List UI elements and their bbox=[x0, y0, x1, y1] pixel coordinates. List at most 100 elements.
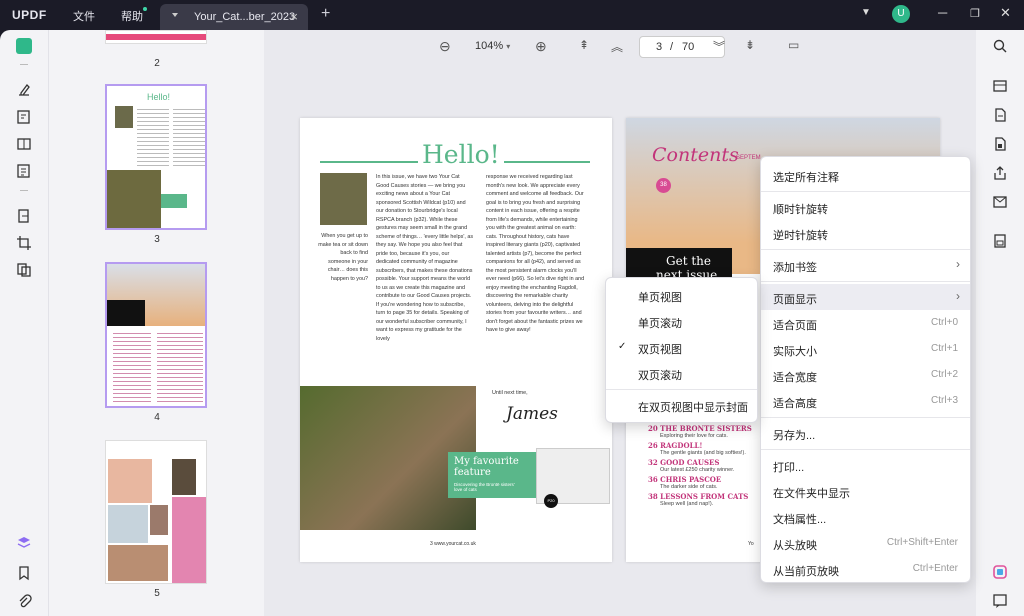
restore-icon[interactable]: ❐ bbox=[970, 7, 980, 20]
page-thumbnail[interactable]: Hello! bbox=[105, 84, 207, 230]
page-badge: P20 bbox=[544, 494, 558, 508]
divider bbox=[20, 190, 28, 191]
ai-assistant-icon[interactable] bbox=[992, 564, 1008, 580]
divider bbox=[761, 417, 970, 418]
menu-item-fit-height[interactable]: 适合高度 Ctrl+3 bbox=[761, 388, 970, 414]
bookmark-icon[interactable] bbox=[16, 565, 32, 581]
page-layout-icon[interactable] bbox=[16, 136, 32, 152]
next-page-icon[interactable]: ︾ bbox=[713, 38, 725, 55]
menu-item-actual-size[interactable]: 实际大小 Ctrl+1 bbox=[761, 336, 970, 362]
page-heading: Hello! bbox=[418, 140, 504, 169]
menu-item-play-from-current[interactable]: 从当前页放映 Ctrl+Enter bbox=[761, 556, 970, 582]
current-page: 3 bbox=[656, 41, 663, 53]
crop-icon[interactable] bbox=[16, 235, 32, 251]
menu-item-print[interactable]: 打印... bbox=[761, 452, 970, 478]
until-next-time: Until next time, bbox=[492, 390, 528, 396]
document-tab[interactable]: Your_Cat...ber_2023 × bbox=[160, 4, 308, 30]
title-bar: UPDF 文件 帮助 Your_Cat...ber_2023 × + ▼ U ─… bbox=[0, 0, 1024, 30]
page-footer: 3 www.yourcat.co.uk bbox=[430, 541, 476, 547]
intro-side-text: When you get up to make tea or sit down … bbox=[318, 233, 368, 282]
presentation-icon[interactable]: ▭ bbox=[788, 38, 799, 52]
page-thumbnail[interactable] bbox=[105, 30, 207, 44]
search-icon[interactable] bbox=[992, 38, 1008, 54]
body-column-2: response we received regarding last mont… bbox=[486, 174, 585, 333]
divider bbox=[761, 249, 970, 250]
app-logo: UPDF bbox=[12, 8, 47, 22]
contents-badge: 38 bbox=[656, 178, 671, 193]
contents-title: Contents bbox=[652, 144, 739, 166]
divider bbox=[606, 389, 757, 390]
convert-icon[interactable] bbox=[992, 107, 1008, 123]
comment-list-icon[interactable] bbox=[992, 593, 1008, 609]
protect-icon[interactable] bbox=[992, 136, 1008, 152]
thumbnail-label: 4 bbox=[154, 412, 160, 423]
tab-dropdown-icon[interactable] bbox=[172, 13, 178, 17]
menu-help[interactable]: 帮助 bbox=[121, 8, 143, 24]
thumbnail-label: 5 bbox=[154, 588, 160, 599]
menu-item-add-bookmark[interactable]: 添加书签 › bbox=[761, 252, 970, 278]
close-window-icon[interactable]: ✕ bbox=[1000, 5, 1011, 21]
zoom-in-icon[interactable]: ⊕ bbox=[535, 38, 547, 55]
tab-title: Your_Cat...ber_2023 bbox=[194, 11, 296, 23]
menu-item-rotate-ccw[interactable]: 逆时针旋转 bbox=[761, 220, 970, 246]
context-menu: 选定所有注释 顺时针旋转 逆时针旋转 添加书签 › 页面显示 › 适合页面 Ctrl+… bbox=[760, 156, 971, 583]
submenu-single-page[interactable]: 单页视图 bbox=[606, 282, 757, 308]
thumbnail-label: 3 bbox=[154, 234, 160, 245]
menu-item-rotate-cw[interactable]: 顺时针旋转 bbox=[761, 194, 970, 220]
attachment-icon[interactable] bbox=[16, 593, 32, 609]
zoom-dropdown-icon[interactable]: ▾ bbox=[506, 42, 510, 51]
chair-photo bbox=[320, 173, 367, 225]
menu-item-save-as[interactable]: 另存为... bbox=[761, 420, 970, 446]
page-footer: Yo bbox=[748, 541, 754, 547]
chevron-right-icon: › bbox=[956, 289, 960, 303]
ocr-icon[interactable] bbox=[992, 78, 1008, 94]
check-icon: ✓ bbox=[618, 341, 627, 352]
new-tab-button[interactable]: + bbox=[321, 5, 330, 23]
last-page-icon[interactable]: ⇟ bbox=[745, 38, 755, 52]
menu-item-select-all-annotations[interactable]: 选定所有注释 bbox=[761, 162, 970, 188]
pdf-page-3: Hello! When you get up to make tea or si… bbox=[300, 118, 612, 562]
submenu-single-scroll[interactable]: 单页滚动 bbox=[606, 308, 757, 334]
menu-item-page-display[interactable]: 页面显示 › bbox=[761, 284, 970, 310]
organize-pages-icon[interactable] bbox=[16, 208, 32, 224]
share-icon[interactable] bbox=[992, 165, 1008, 181]
contents-month: SEPTEM bbox=[736, 155, 761, 161]
menu-file[interactable]: 文件 bbox=[73, 8, 95, 24]
left-toolbar bbox=[0, 30, 48, 616]
chevron-down-icon[interactable]: ▼ bbox=[861, 7, 871, 18]
avatar[interactable]: U bbox=[892, 5, 910, 23]
zoom-out-icon[interactable]: ⊖ bbox=[439, 38, 451, 55]
feature-box: My favourite feature Discovering the Bro… bbox=[448, 452, 544, 498]
signature: James bbox=[506, 404, 558, 424]
menu-item-fit-page[interactable]: 适合页面 Ctrl+0 bbox=[761, 310, 970, 336]
menu-item-show-in-folder[interactable]: 在文件夹中显示 bbox=[761, 478, 970, 504]
chevron-right-icon: › bbox=[956, 257, 960, 271]
reader-mode-icon[interactable] bbox=[16, 38, 32, 54]
submenu-show-cover[interactable]: 在双页视图中显示封面 bbox=[606, 392, 757, 418]
first-page-icon[interactable]: ⇞ bbox=[579, 38, 589, 52]
page-thumbnail[interactable] bbox=[105, 262, 207, 408]
prev-page-icon[interactable]: ︽ bbox=[611, 38, 623, 55]
menu-item-fit-width[interactable]: 适合宽度 Ctrl+2 bbox=[761, 362, 970, 388]
tab-close-icon[interactable]: × bbox=[290, 9, 298, 24]
notification-dot bbox=[143, 7, 147, 11]
save-icon[interactable] bbox=[992, 233, 1008, 249]
menu-item-play-from-start[interactable]: 从头放映 Ctrl+Shift+Enter bbox=[761, 530, 970, 556]
submenu-two-page[interactable]: ✓ 双页视图 bbox=[606, 334, 757, 360]
menu-item-document-properties[interactable]: 文档属性... bbox=[761, 504, 970, 530]
page-thumbnail[interactable] bbox=[105, 440, 207, 584]
form-icon[interactable] bbox=[16, 163, 32, 179]
divider bbox=[761, 281, 970, 282]
divider bbox=[761, 191, 970, 192]
submenu-two-page-scroll[interactable]: 双页滚动 bbox=[606, 360, 757, 386]
minimize-icon[interactable]: ─ bbox=[938, 5, 947, 20]
thumbnail-label: 2 bbox=[154, 58, 160, 69]
comment-icon[interactable] bbox=[16, 82, 32, 98]
view-toolbar: ⊖ 104% ▾ ⊕ ⇞ ︽ 3 / 70 ︾ ⇟ ▭ bbox=[264, 30, 976, 64]
edit-text-icon[interactable] bbox=[16, 109, 32, 125]
page-display-submenu: 单页视图 单页滚动 ✓ 双页视图 双页滚动 在双页视图中显示封面 bbox=[605, 277, 758, 423]
layers-icon[interactable] bbox=[16, 535, 32, 551]
zoom-level[interactable]: 104% ▾ bbox=[475, 40, 510, 52]
compare-icon[interactable] bbox=[16, 262, 32, 278]
email-icon[interactable] bbox=[992, 194, 1008, 210]
